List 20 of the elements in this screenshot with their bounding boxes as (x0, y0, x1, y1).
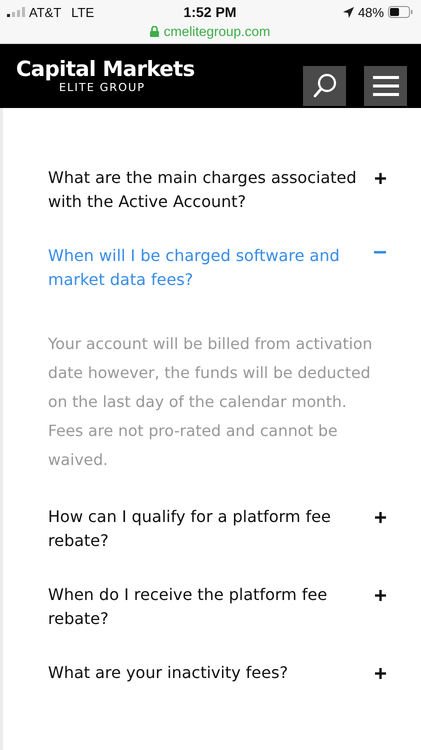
menu-button[interactable] (364, 66, 407, 106)
location-icon (342, 6, 354, 18)
network-text: LTE (71, 4, 94, 20)
faq-question[interactable]: When do I receive the platform fee rebate? (48, 583, 388, 631)
faq-question[interactable]: How can I qualify for a platform fee rebate? (48, 505, 388, 553)
battery-icon (388, 6, 413, 18)
signal-icon (7, 7, 25, 17)
battery-percent: 48% (358, 4, 384, 20)
search-icon (312, 73, 336, 99)
logo-title[interactable]: Capital Markets (16, 57, 195, 81)
faq-answer: Your account will be billed from activation date however, the funds will be deducted on the last day of the calendar month. Fees are not pro-rated and cannot be waived. (48, 334, 374, 471)
menu-icon (372, 76, 398, 96)
url-text: cmelitegroup.com (164, 24, 270, 39)
search-button[interactable] (303, 66, 346, 106)
carrier-text: AT&T (29, 4, 62, 20)
logo-subtitle: ELITE GROUP (59, 81, 146, 95)
clock-time: 1:52 PM (184, 4, 236, 20)
faq-question[interactable]: What are your inactivity fees? (48, 661, 388, 685)
faq-question[interactable]: What are the main charges associated with the Active Account? (48, 166, 388, 214)
lock-icon (150, 26, 159, 37)
